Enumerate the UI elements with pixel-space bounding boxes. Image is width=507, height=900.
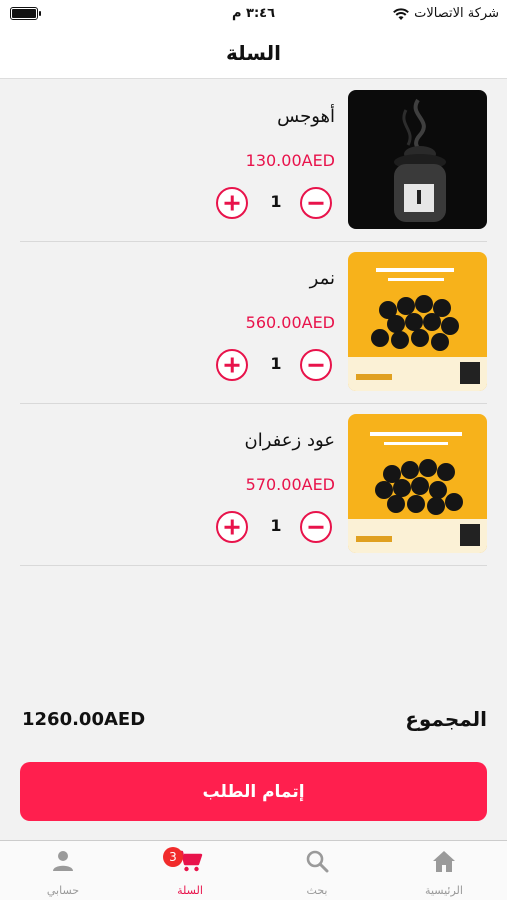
tab-label: بحث	[306, 884, 328, 897]
person-icon	[53, 851, 73, 871]
battery-icon	[10, 7, 41, 20]
quantity-stepper: 1	[216, 187, 336, 219]
status-bar: شركة الاتصالات ٣:٤٦ م	[0, 0, 507, 28]
home-icon	[433, 851, 455, 872]
tab-cart[interactable]: 3 السلة	[127, 841, 253, 900]
page-header: السلة	[0, 28, 507, 79]
increase-quantity-button[interactable]	[216, 511, 248, 543]
cart-item: أهوجس 130.00AED 1	[20, 80, 487, 242]
cart-item: نمر 560.00AED 1	[20, 242, 487, 404]
page-title: السلة	[225, 41, 281, 65]
cart-list: أهوجس 130.00AED 1 نمر 560.00AED 1 عود زع…	[20, 80, 487, 566]
quantity-value: 1	[270, 516, 282, 535]
product-price: 570.00AED	[245, 475, 335, 494]
product-name: عود زعفران	[244, 430, 335, 451]
status-time: ٣:٤٦ م	[231, 6, 276, 21]
cart-count-badge: 3	[163, 847, 183, 867]
decrease-quantity-button[interactable]	[300, 349, 332, 381]
decrease-quantity-button[interactable]	[300, 187, 332, 219]
checkout-button[interactable]: إتمام الطلب	[20, 762, 487, 821]
tab-label: الرئيسية	[425, 884, 463, 897]
quantity-value: 1	[270, 192, 282, 211]
checkout-button-label: إتمام الطلب	[202, 781, 305, 802]
product-price: 130.00AED	[245, 151, 335, 170]
product-name: نمر	[309, 268, 335, 289]
tab-home[interactable]: الرئيسية	[381, 841, 507, 900]
product-price: 560.00AED	[245, 313, 335, 332]
wifi-icon	[393, 7, 410, 20]
cart-item: عود زعفران 570.00AED 1	[20, 404, 487, 566]
total-row: 1260.00AED المجموع	[22, 707, 487, 735]
total-value: 1260.00AED	[22, 709, 146, 730]
quantity-stepper: 1	[216, 349, 336, 381]
product-image-oud-zafaran[interactable]	[348, 414, 487, 553]
tab-label: حسابي	[46, 884, 80, 897]
quantity-stepper: 1	[216, 511, 336, 543]
product-image-nimr[interactable]	[348, 252, 487, 391]
tab-account[interactable]: حسابي	[0, 841, 126, 900]
tab-bar: الرئيسية بحث 3 السلة حسابي	[0, 840, 507, 900]
carrier-group: شركة الاتصالات	[392, 6, 499, 21]
product-image-ahwajes[interactable]	[348, 90, 487, 229]
tab-search[interactable]: بحث	[254, 841, 380, 900]
search-icon	[306, 850, 329, 873]
decrease-quantity-button[interactable]	[300, 511, 332, 543]
tab-label: السلة	[177, 884, 203, 897]
product-name: أهوجس	[277, 106, 335, 127]
increase-quantity-button[interactable]	[216, 349, 248, 381]
increase-quantity-button[interactable]	[216, 187, 248, 219]
quantity-value: 1	[270, 354, 282, 373]
carrier-name: شركة الاتصالات	[414, 6, 499, 21]
total-label: المجموع	[405, 707, 487, 731]
